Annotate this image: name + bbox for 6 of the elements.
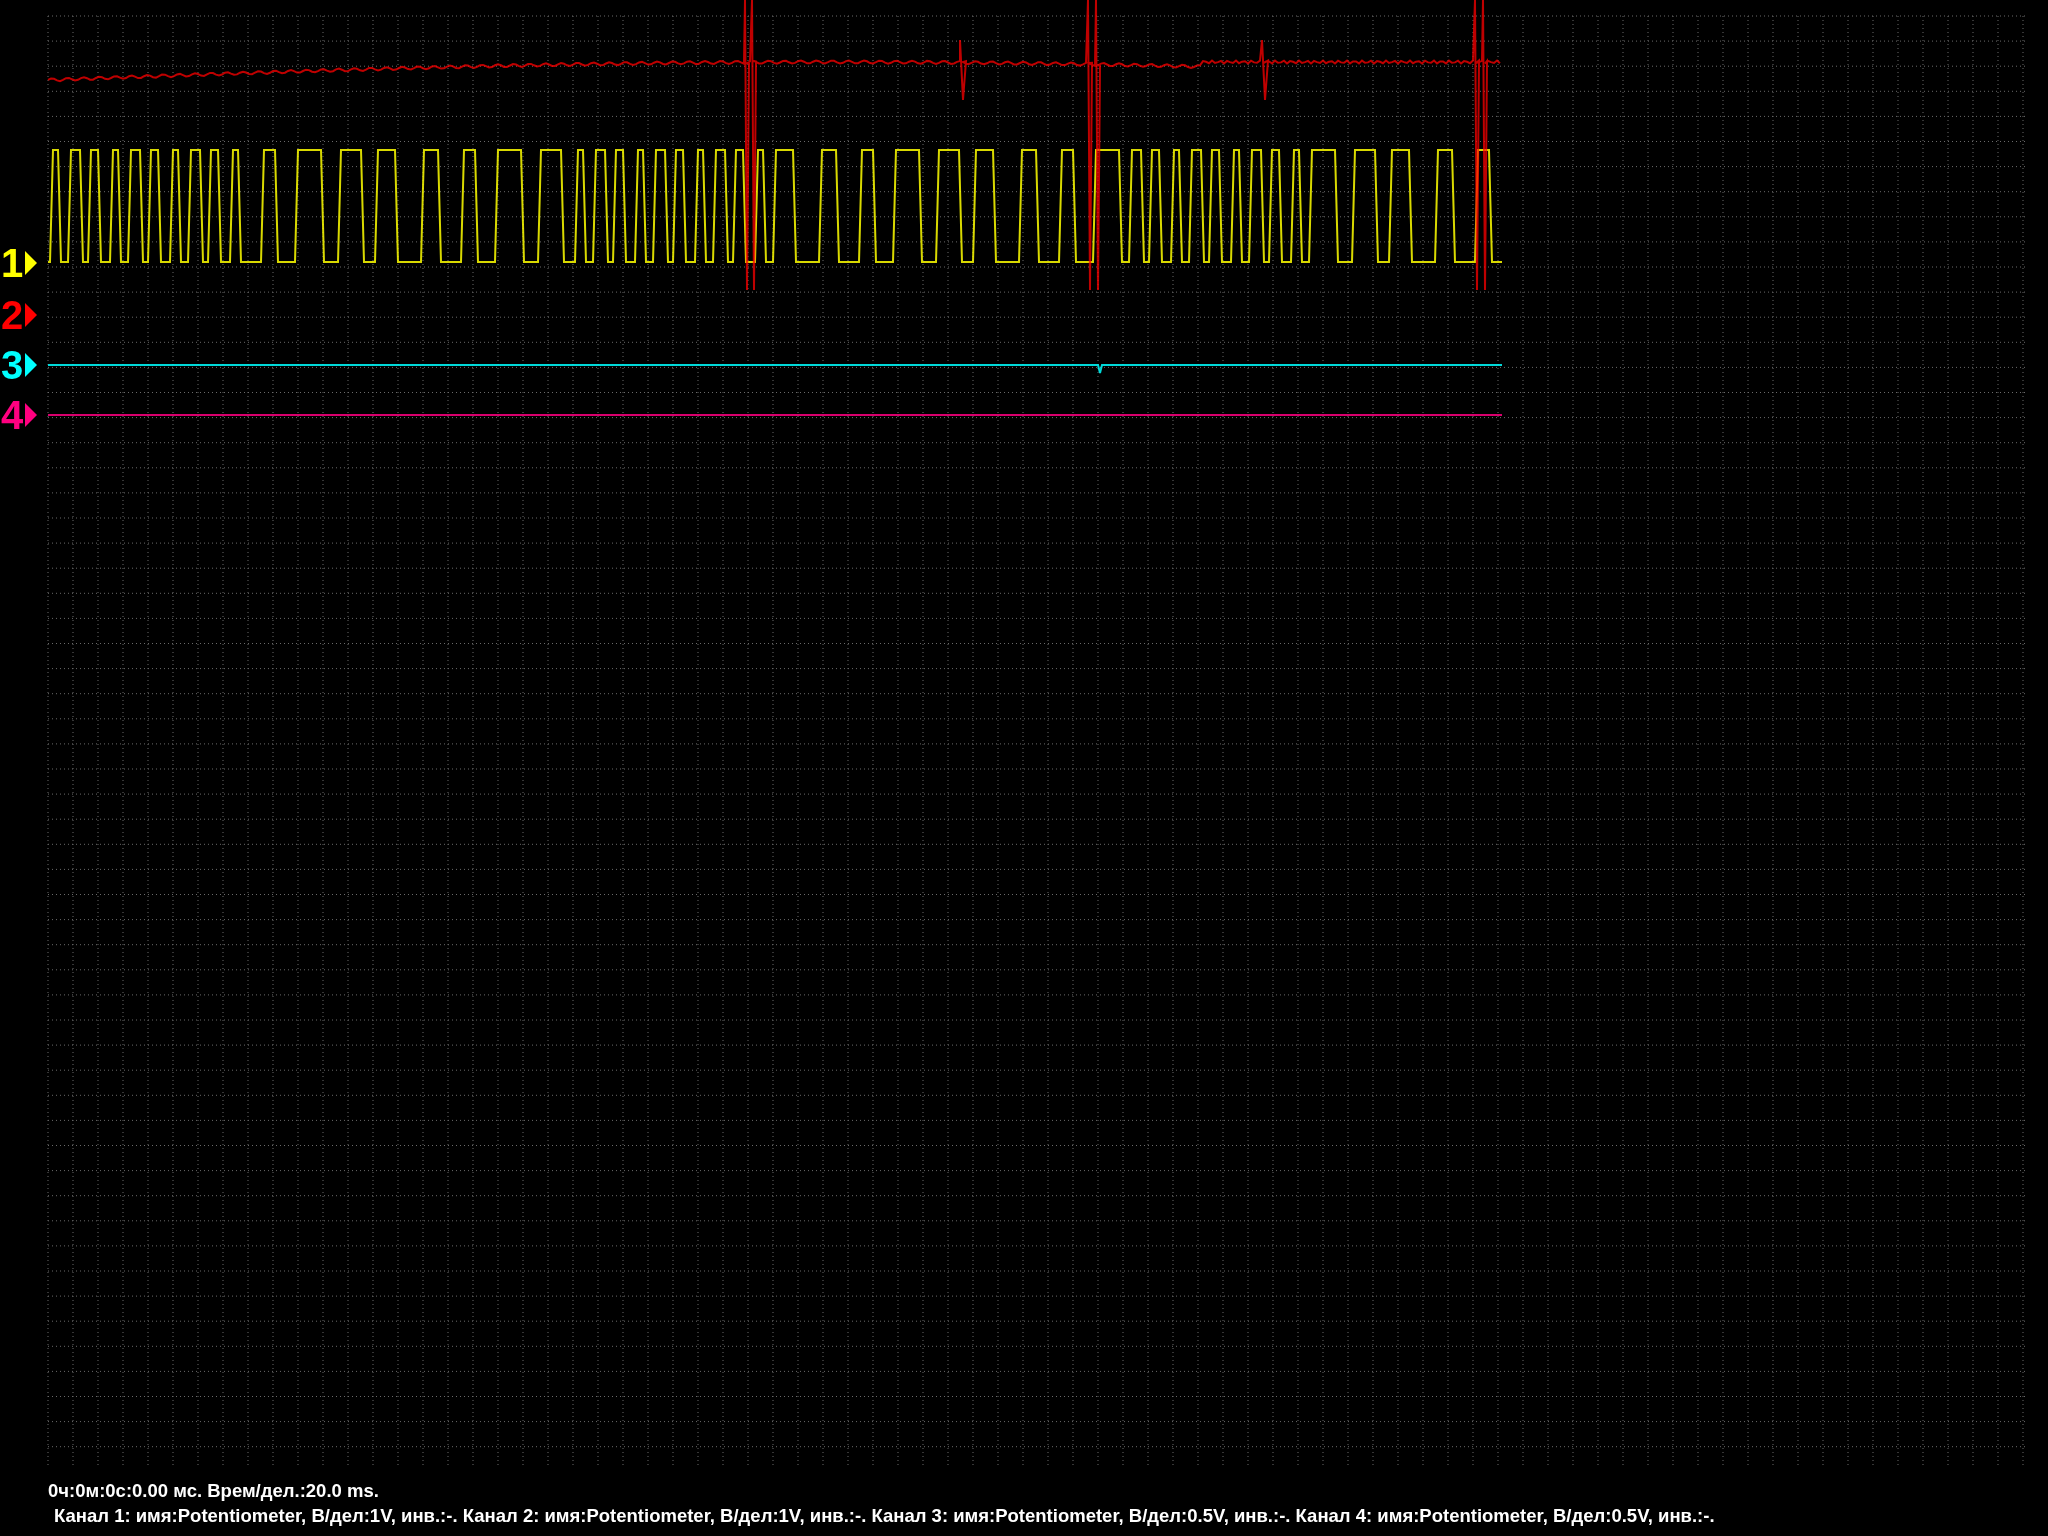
channel-number: 4 [1, 395, 24, 435]
channel-number: 1 [1, 243, 24, 283]
channel-number: 3 [1, 345, 24, 385]
channel-settings-text: Канал 1: имя:Potentiometer, В/дел:1V, инв.:-. Канал 2: имя:Potentiometer, В/дел:1V, инв.:-. Канал 3: имя:Potentiometer, В/дел:0.5V, инв.:-. Канал 4: имя:Potentiometer, В/дел:0.5V, инв.:-. [54, 1504, 1715, 1528]
channel-number: 2 [1, 295, 24, 335]
time-readout: 0ч:0м:0с:0.00 мс. Врем/дел.:20.0 ms. [48, 1479, 379, 1503]
